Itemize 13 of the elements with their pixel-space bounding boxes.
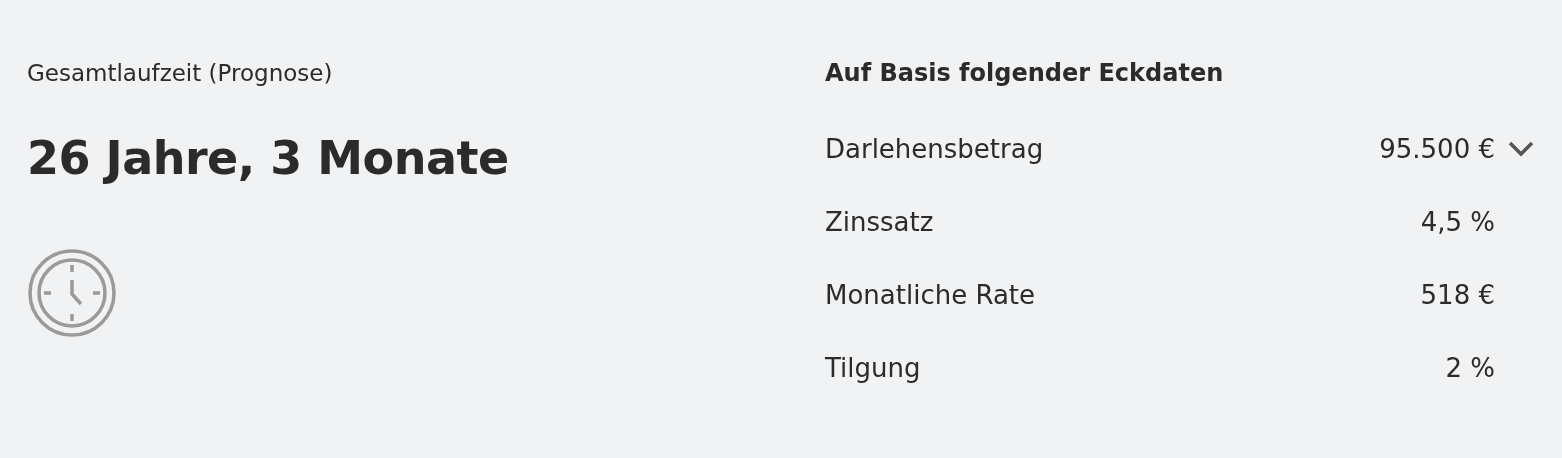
duration-value: 26 Jahre, 3 Monate	[27, 130, 509, 187]
duration-label: Gesamtlaufzeit (Prognose)	[27, 59, 333, 88]
detail-label: Zinssatz	[825, 206, 935, 237]
detail-value: 95.500 €	[1379, 133, 1495, 164]
chevron-down-icon[interactable]	[1507, 139, 1535, 158]
details-heading: Auf Basis folgender Eckdaten	[825, 58, 1225, 89]
detail-label: Darlehensbetrag	[825, 133, 1045, 164]
detail-label: Tilgung	[825, 352, 922, 383]
detail-value: 518 €	[1420, 279, 1495, 310]
detail-label: Monatliche Rate	[825, 279, 1037, 310]
detail-value: 4,5 %	[1420, 206, 1495, 237]
clock-icon	[27, 248, 117, 338]
detail-value: 2 %	[1445, 352, 1495, 383]
